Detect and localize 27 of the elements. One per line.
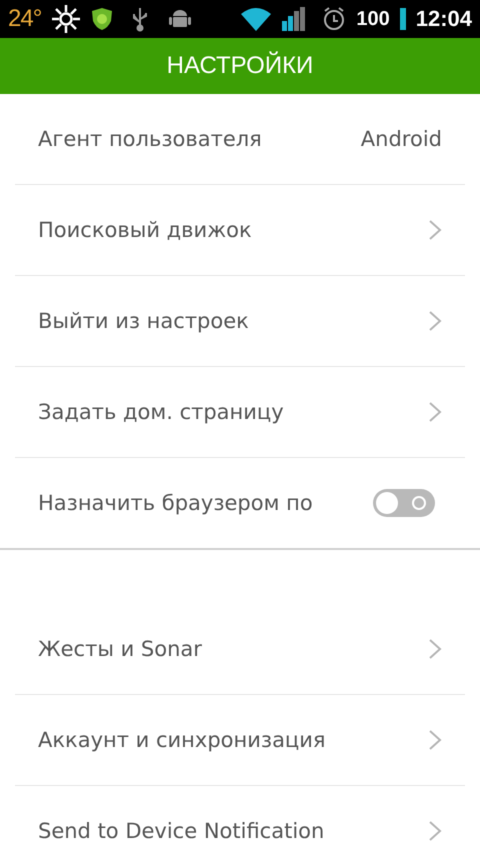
setting-label[interactable]: Выйти из настроек — [38, 309, 418, 333]
chevron-icon — [428, 820, 442, 842]
setting-label[interactable]: Жесты и Sonar — [38, 637, 418, 661]
setting-value: Android — [360, 127, 442, 151]
alarm-icon — [322, 6, 346, 32]
setting-label[interactable]: Поисковый движок — [38, 218, 418, 242]
setting-label[interactable]: Агент пользователя — [38, 127, 351, 151]
chevron-icon — [428, 310, 442, 332]
toggle-switch[interactable] — [373, 489, 435, 517]
clock-text: 12:04 — [416, 6, 472, 32]
temperature-text: 24° — [8, 5, 42, 33]
shield-icon — [91, 7, 114, 31]
battery-icon — [400, 8, 406, 30]
usb-icon — [131, 6, 150, 32]
chevron-icon — [428, 219, 442, 241]
screen-title: НАСТРОЙКИ — [166, 52, 314, 80]
setting-label[interactable]: Задать дом. страницу — [38, 400, 418, 424]
wifi-icon — [240, 6, 272, 32]
chevron-icon — [428, 638, 442, 660]
sun-icon — [51, 4, 82, 34]
setting-label[interactable]: Назначить браузером по — [38, 491, 363, 515]
chevron-icon — [428, 401, 442, 423]
chevron-icon — [428, 729, 442, 751]
signal-icon — [282, 7, 306, 31]
battery-text: 100 — [356, 8, 390, 30]
setting-label[interactable]: Аккаунт и синхронизация — [38, 728, 418, 752]
setting-label[interactable]: Send to Device Notification — [38, 819, 418, 843]
